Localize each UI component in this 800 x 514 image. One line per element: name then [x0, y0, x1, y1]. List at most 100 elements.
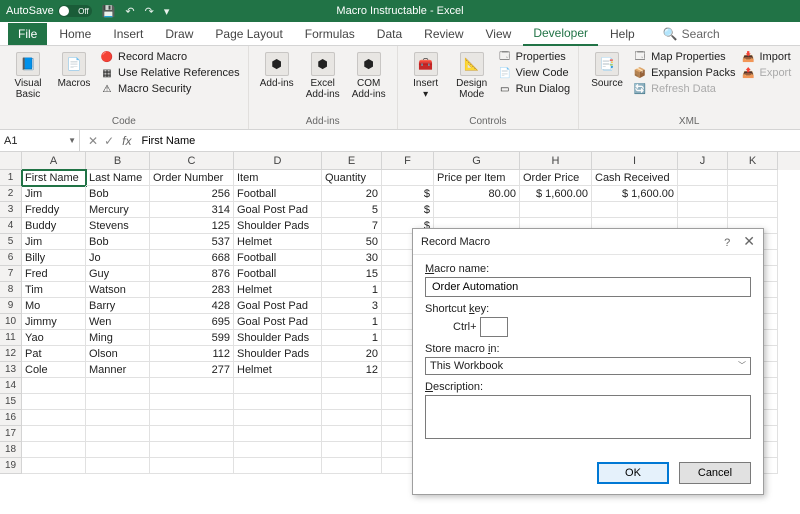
cell[interactable]: 1	[322, 282, 382, 298]
cell[interactable]: 125	[150, 218, 234, 234]
cell[interactable]: Football	[234, 186, 322, 202]
cell[interactable]	[322, 410, 382, 426]
row-header[interactable]: 1	[0, 170, 22, 186]
cell[interactable]: Guy	[86, 266, 150, 282]
row-header[interactable]: 2	[0, 186, 22, 202]
enter-formula-icon[interactable]: ✓	[104, 134, 114, 148]
cell[interactable]: 428	[150, 298, 234, 314]
tab-developer[interactable]: Developer	[523, 22, 598, 46]
redo-icon[interactable]: ↷	[145, 5, 154, 18]
row-header[interactable]: 19	[0, 458, 22, 474]
row-header[interactable]: 3	[0, 202, 22, 218]
cell[interactable]: $ 1,600.00	[520, 186, 592, 202]
description-input[interactable]	[425, 395, 751, 439]
row-header[interactable]: 18	[0, 442, 22, 458]
cell[interactable]	[322, 394, 382, 410]
cell[interactable]: $	[382, 202, 434, 218]
tab-page-layout[interactable]: Page Layout	[205, 23, 292, 45]
row-header[interactable]: 4	[0, 218, 22, 234]
cell[interactable]	[150, 378, 234, 394]
cell[interactable]: 537	[150, 234, 234, 250]
cell[interactable]	[150, 394, 234, 410]
row-header[interactable]: 5	[0, 234, 22, 250]
cell[interactable]: Bob	[86, 234, 150, 250]
cell[interactable]: Shoulder Pads	[234, 330, 322, 346]
cell[interactable]	[678, 170, 728, 186]
column-header[interactable]: G	[434, 152, 520, 170]
cell[interactable]: Billy	[22, 250, 86, 266]
cell[interactable]: Football	[234, 266, 322, 282]
cell[interactable]: First Name	[22, 170, 86, 186]
cell[interactable]: Helmet	[234, 362, 322, 378]
cell[interactable]	[22, 442, 86, 458]
undo-icon[interactable]: ↶	[125, 5, 134, 18]
row-header[interactable]: 15	[0, 394, 22, 410]
design-mode-button[interactable]: 📐Design Mode	[452, 50, 492, 100]
cell[interactable]	[22, 458, 86, 474]
tab-home[interactable]: Home	[49, 23, 101, 45]
cell[interactable]: Football	[234, 250, 322, 266]
row-header[interactable]: 14	[0, 378, 22, 394]
cell[interactable]: $ 1,600.00	[592, 186, 678, 202]
cell[interactable]	[22, 410, 86, 426]
cell[interactable]: Watson	[86, 282, 150, 298]
cell[interactable]: Bob	[86, 186, 150, 202]
column-header[interactable]: E	[322, 152, 382, 170]
store-macro-select[interactable]: This Workbook ﹀	[425, 357, 751, 375]
cell[interactable]: Wen	[86, 314, 150, 330]
cell[interactable]: Cole	[22, 362, 86, 378]
cell[interactable]	[322, 426, 382, 442]
cell[interactable]: Shoulder Pads	[234, 218, 322, 234]
use-relative-button[interactable]: ▦Use Relative References	[100, 66, 240, 80]
cell[interactable]: Pat	[22, 346, 86, 362]
column-header[interactable]: H	[520, 152, 592, 170]
cell[interactable]: 599	[150, 330, 234, 346]
formula-input[interactable]	[137, 135, 800, 147]
cell[interactable]: Olson	[86, 346, 150, 362]
fx-icon[interactable]: fx	[122, 134, 137, 148]
cell[interactable]	[150, 410, 234, 426]
cell[interactable]: Price per Item	[434, 170, 520, 186]
import-button[interactable]: 📥Import	[741, 50, 791, 64]
cell[interactable]	[728, 186, 778, 202]
cell[interactable]: Shoulder Pads	[234, 346, 322, 362]
column-header[interactable]: A	[22, 152, 86, 170]
cell[interactable]: 1	[322, 314, 382, 330]
insert-control-button[interactable]: 🧰Insert▾	[406, 50, 446, 100]
cell[interactable]	[234, 378, 322, 394]
cell[interactable]: 30	[322, 250, 382, 266]
cell[interactable]: Goal Post Pad	[234, 202, 322, 218]
cancel-formula-icon[interactable]: ✕	[88, 134, 98, 148]
map-properties-button[interactable]: 🗔Map Properties	[633, 50, 735, 64]
tab-data[interactable]: Data	[367, 23, 412, 45]
tab-draw[interactable]: Draw	[155, 23, 203, 45]
cell[interactable]	[520, 202, 592, 218]
excel-addins-button[interactable]: ⬢Excel Add-ins	[303, 50, 343, 100]
run-dialog-button[interactable]: ▭Run Dialog	[498, 82, 570, 96]
row-header[interactable]: 9	[0, 298, 22, 314]
cell[interactable]: Jim	[22, 186, 86, 202]
cell[interactable]	[234, 410, 322, 426]
cell[interactable]	[86, 394, 150, 410]
cell[interactable]: 50	[322, 234, 382, 250]
shortcut-key-input[interactable]	[480, 317, 508, 337]
cell[interactable]: Quantity	[322, 170, 382, 186]
column-header[interactable]: F	[382, 152, 434, 170]
cell[interactable]: 876	[150, 266, 234, 282]
tab-review[interactable]: Review	[414, 23, 473, 45]
macro-name-input[interactable]	[425, 277, 751, 297]
cell[interactable]	[86, 442, 150, 458]
cell[interactable]: Cash Received	[592, 170, 678, 186]
select-all-corner[interactable]	[0, 152, 22, 170]
cell[interactable]: Goal Post Pad	[234, 314, 322, 330]
cell[interactable]	[382, 170, 434, 186]
cell[interactable]: Tim	[22, 282, 86, 298]
macro-security-button[interactable]: ⚠Macro Security	[100, 82, 240, 96]
cell[interactable]: Mo	[22, 298, 86, 314]
cell[interactable]: Freddy	[22, 202, 86, 218]
cell[interactable]	[150, 426, 234, 442]
tab-insert[interactable]: Insert	[103, 23, 153, 45]
cell[interactable]	[150, 458, 234, 474]
cell[interactable]: 277	[150, 362, 234, 378]
cell[interactable]: 7	[322, 218, 382, 234]
